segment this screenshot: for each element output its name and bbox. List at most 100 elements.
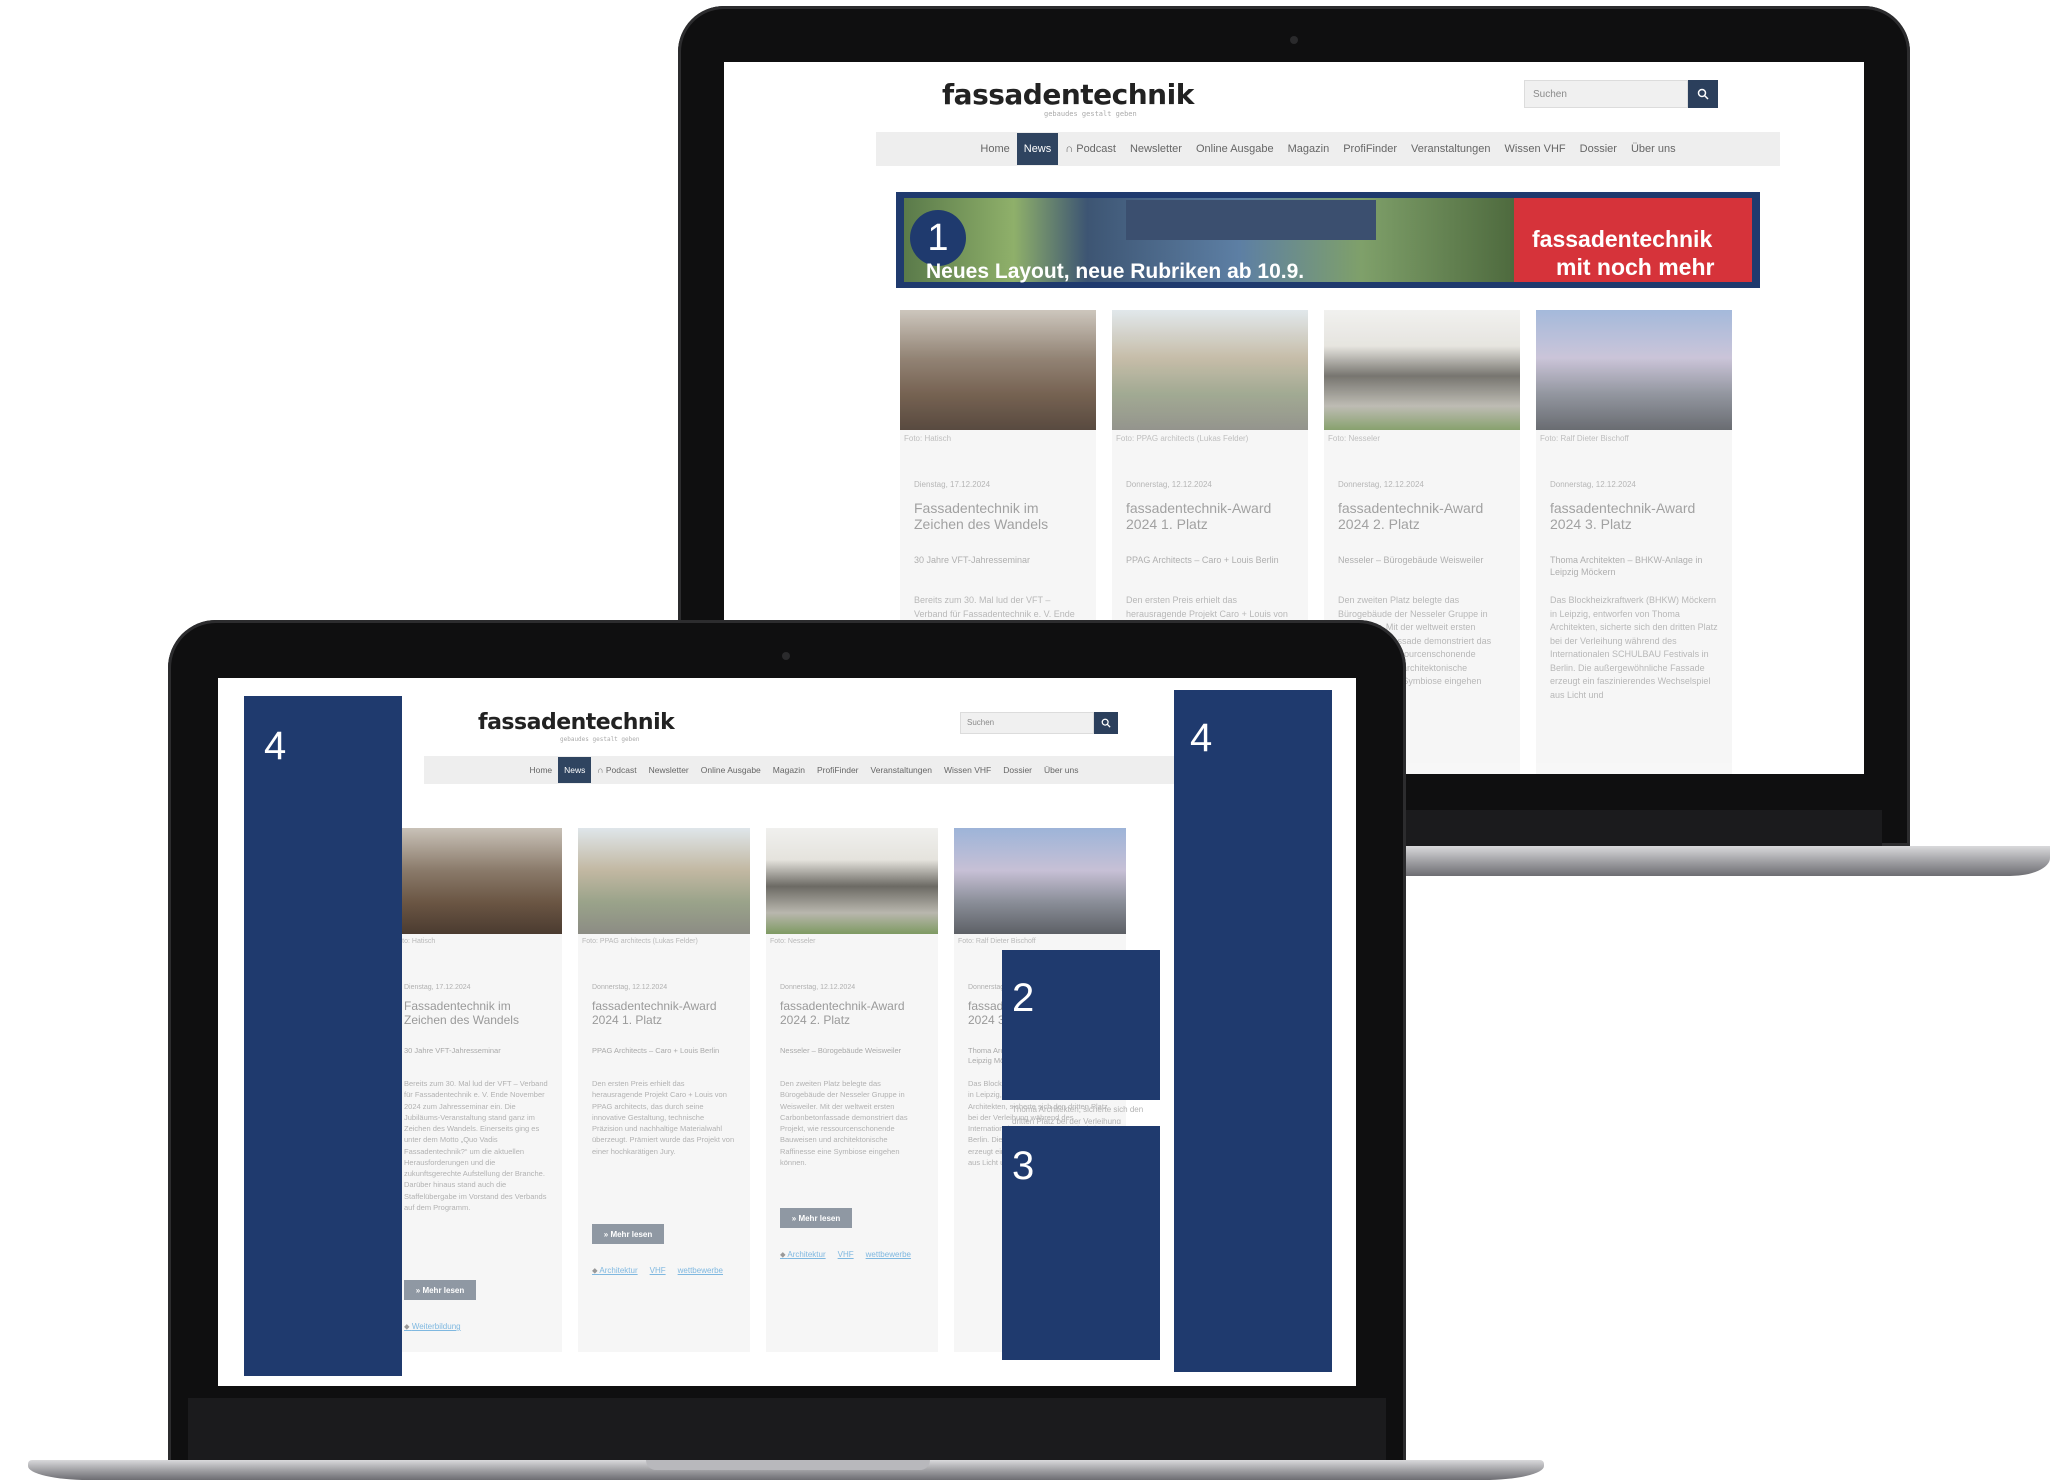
- search-input[interactable]: Suchen: [960, 712, 1094, 734]
- site-tagline: gebaudes gestalt geben: [560, 736, 640, 743]
- banner-building: [1126, 200, 1376, 240]
- image-caption: Foto: PPAG architects (Lukas Felder): [1116, 434, 1249, 443]
- search-icon: [1697, 88, 1709, 100]
- main-nav: Home News ∩ Podcast Newsletter Online Ausgab…: [424, 756, 1184, 784]
- nav-item-10[interactable]: Über uns: [1624, 133, 1683, 165]
- card-subtitle: 30 Jahre VFT-Jahresseminar: [914, 555, 1031, 565]
- site-logo[interactable]: fassadentechnik: [478, 710, 675, 735]
- nav-item-5[interactable]: Magazin: [1281, 133, 1337, 165]
- nav-item-3[interactable]: Newsletter: [643, 757, 695, 783]
- tag-link[interactable]: Weiterbildung: [412, 1322, 461, 1331]
- news-card[interactable]: Foto: Ralf Dieter Bischoff Donnerstag, 12…: [1536, 310, 1732, 774]
- image-caption: Foto: Ralf Dieter Bischoff: [1540, 434, 1629, 443]
- site-logo[interactable]: fassadentechnik: [942, 78, 1194, 111]
- card-title[interactable]: fassadentechnik-Award 2024 3. Platz: [1550, 500, 1718, 532]
- card-subtitle: Thoma Architekten – BHKW-Anlage in Leipz…: [1550, 555, 1703, 578]
- ad-skyscraper-left-number: 4: [264, 724, 287, 768]
- nav-item-0[interactable]: Home: [523, 757, 558, 783]
- card-thumbnail[interactable]: [1112, 310, 1308, 430]
- nav-item-6[interactable]: ProfiFinder: [1336, 133, 1404, 165]
- card-title[interactable]: fassadentechnik-Award 2024 2. Platz: [1338, 500, 1506, 532]
- card-title[interactable]: Fassadentechnik im Zeichen des Wandels: [404, 999, 548, 1028]
- nav-item-5[interactable]: Magazin: [767, 757, 811, 783]
- card-thumbnail[interactable]: [578, 828, 750, 934]
- tag-link[interactable]: Architektur: [599, 1266, 637, 1275]
- nav-item-6[interactable]: ProfiFinder: [811, 757, 865, 783]
- main-nav: Home News ∩ Podcast Newsletter Online Ausgab…: [876, 132, 1780, 166]
- image-caption: Foto: Nesseler: [1328, 434, 1381, 443]
- banner-number-badge: 1: [910, 210, 966, 266]
- top-banner[interactable]: 1 Neues Layout, neue Rubriken ab 10.9. f…: [896, 192, 1760, 288]
- card-title[interactable]: fassadentechnik-Award 2024 2. Platz: [780, 999, 924, 1028]
- ad-skyscraper-left[interactable]: 4: [244, 696, 402, 1376]
- card-date: Dienstag, 17.12.2024: [404, 984, 471, 991]
- card-date: Donnerstag, 12.12.2024: [1126, 480, 1212, 489]
- nav-item-2[interactable]: ∩ Podcast: [1058, 133, 1123, 165]
- read-more-button[interactable]: » Mehr lesen: [592, 1224, 664, 1244]
- news-card[interactable]: Foto: Nesseler Donnerstag, 12.12.2024 fass…: [766, 828, 938, 1352]
- nav-item-0[interactable]: Home: [973, 133, 1016, 165]
- front-laptop-notch: [646, 1460, 930, 1470]
- tag-link[interactable]: VHF: [838, 1250, 854, 1259]
- card-excerpt: Den ersten Preis erhielt das herausragen…: [592, 1079, 735, 1156]
- card-date: Donnerstag, 12.12.2024: [592, 984, 668, 991]
- news-card[interactable]: Foto: PPAG architects (Lukas Felder) Donn…: [578, 828, 750, 1352]
- front-laptop-camera: [782, 652, 790, 660]
- nav-item-3[interactable]: Newsletter: [1123, 133, 1189, 165]
- card-thumbnail[interactable]: [954, 828, 1126, 934]
- card-subtitle: 30 Jahre VFT-Jahresseminar: [404, 1046, 501, 1055]
- card-subtitle: PPAG Architects – Caro + Louis Berlin: [1126, 555, 1279, 565]
- nav-item-1[interactable]: News: [558, 757, 592, 783]
- search-button[interactable]: [1688, 80, 1718, 108]
- news-card[interactable]: Foto: Hatisch Dienstag, 17.12.2024 Fassade…: [390, 828, 562, 1352]
- tag-link[interactable]: Architektur: [787, 1250, 825, 1259]
- site-tagline: gebaudes gestalt geben: [1044, 110, 1137, 118]
- nav-item-8[interactable]: Wissen VHF: [1498, 133, 1573, 165]
- tag-link[interactable]: wettbewerbe: [866, 1250, 911, 1259]
- card-thumbnail[interactable]: [1324, 310, 1520, 430]
- image-caption: Foto: Hatisch: [394, 938, 436, 945]
- image-caption: Foto: Nesseler: [770, 938, 816, 945]
- ad-box-2[interactable]: 2: [1002, 950, 1160, 1100]
- card-date: Donnerstag, 12.12.2024: [1338, 480, 1424, 489]
- card-date: Dienstag, 17.12.2024: [914, 480, 991, 489]
- card-thumbnail[interactable]: [390, 828, 562, 934]
- nav-item-9[interactable]: Dossier: [997, 757, 1038, 783]
- ad-skyscraper-right[interactable]: 4: [1174, 690, 1332, 1372]
- banner-brand-line2: mit noch mehr: [1556, 254, 1715, 280]
- tag-link[interactable]: VHF: [650, 1266, 666, 1275]
- card-excerpt: Das Blockheizkraftwerk (BHKW) Möckern in…: [1550, 595, 1718, 700]
- nav-item-7[interactable]: Veranstaltungen: [865, 757, 938, 783]
- image-caption: Foto: Ralf Dieter Bischoff: [958, 938, 1036, 945]
- card-thumbnail[interactable]: [766, 828, 938, 934]
- card-title[interactable]: Fassadentechnik im Zeichen des Wandels: [914, 500, 1082, 532]
- ad-skyscraper-right-number: 4: [1190, 716, 1213, 760]
- card-date: Donnerstag, 12.12.2024: [780, 984, 856, 991]
- card-tags: ⬥ Weiterbildung: [404, 1322, 473, 1332]
- nav-item-10[interactable]: Über uns: [1038, 757, 1085, 783]
- nav-item-1[interactable]: News: [1016, 133, 1059, 165]
- read-more-button[interactable]: » Mehr lesen: [404, 1280, 476, 1300]
- nav-item-7[interactable]: Veranstaltungen: [1404, 133, 1498, 165]
- nav-item-4[interactable]: Online Ausgabe: [1189, 133, 1281, 165]
- search-button[interactable]: [1094, 712, 1118, 734]
- nav-item-8[interactable]: Wissen VHF: [938, 757, 997, 783]
- card-thumbnail[interactable]: [1536, 310, 1732, 430]
- card-subtitle: PPAG Architects – Caro + Louis Berlin: [592, 1046, 720, 1055]
- front-laptop-chin: [188, 1398, 1386, 1460]
- nav-item-2[interactable]: ∩ Podcast: [591, 757, 642, 783]
- ad-box-3-number: 3: [1012, 1144, 1035, 1188]
- card-tags: ⬥ Architektur VHF wettbewerbe: [592, 1266, 735, 1276]
- card-date: Donnerstag, 12.12.2024: [1550, 480, 1636, 489]
- image-caption: Foto: PPAG architects (Lukas Felder): [582, 938, 698, 945]
- card-title[interactable]: fassadentechnik-Award 2024 1. Platz: [592, 999, 736, 1028]
- nav-item-9[interactable]: Dossier: [1573, 133, 1624, 165]
- card-thumbnail[interactable]: [900, 310, 1096, 430]
- read-more-button[interactable]: » Mehr lesen: [780, 1208, 852, 1228]
- card-title[interactable]: fassadentechnik-Award 2024 1. Platz: [1126, 500, 1294, 532]
- search-input[interactable]: Suchen: [1524, 80, 1688, 108]
- nav-item-4[interactable]: Online Ausgabe: [695, 757, 767, 783]
- ad-box-3[interactable]: 3: [1002, 1126, 1160, 1360]
- tag-link[interactable]: wettbewerbe: [678, 1266, 723, 1275]
- banner-number: 1: [927, 216, 949, 259]
